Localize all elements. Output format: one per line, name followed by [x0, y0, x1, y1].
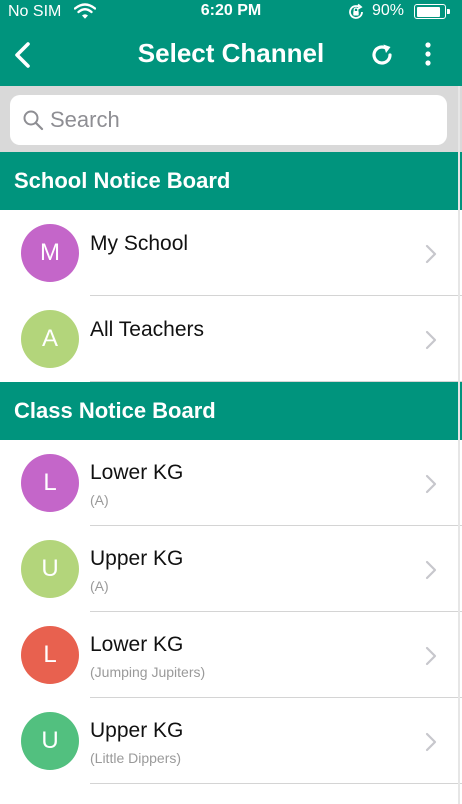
channel-row-upper-kg-little-dippers[interactable]: U Upper KG (Little Dippers) [0, 698, 462, 784]
chevron-right-icon [424, 731, 438, 753]
channel-name: Lower KG [90, 461, 184, 484]
channel-row-lower-kg-jumping-jupiters[interactable]: L Lower KG (Jumping Jupiters) [0, 612, 462, 698]
search-field-container[interactable] [10, 95, 447, 145]
channel-subtitle: (A) [90, 578, 109, 594]
more-options-button[interactable] [418, 40, 438, 70]
more-vertical-icon [425, 42, 431, 66]
search-bar [0, 86, 462, 152]
section-header-school: School Notice Board [0, 152, 462, 210]
battery-tip [447, 9, 450, 14]
channel-row-all-teachers[interactable]: A All Teachers [0, 296, 462, 382]
chevron-right-icon [424, 243, 438, 265]
edge-line [458, 86, 460, 804]
navigation-bar: Select Channel [0, 24, 462, 86]
row-divider [90, 783, 462, 784]
channel-name: My School [90, 232, 189, 255]
avatar: M [21, 224, 79, 282]
avatar: A [21, 310, 79, 368]
avatar: U [21, 712, 79, 770]
channel-row-lower-kg-a[interactable]: L Lower KG (A) [0, 440, 462, 526]
rotation-lock-icon [347, 3, 365, 26]
section-header-class: Class Notice Board [0, 382, 462, 440]
search-icon [22, 109, 44, 131]
chevron-right-icon [424, 473, 438, 495]
channel-subtitle: (Little Dippers) [90, 750, 182, 766]
channel-name: Lower KG [90, 633, 184, 656]
refresh-icon [372, 44, 392, 65]
channel-name: Upper KG [90, 547, 184, 570]
battery-percent: 90% [372, 2, 405, 19]
channel-subtitle: (Jumping Jupiters) [90, 664, 206, 680]
battery-fill [416, 6, 440, 17]
channel-name: All Teachers [90, 318, 205, 341]
channel-subtitle: (A) [90, 492, 109, 508]
channel-row-my-school[interactable]: M My School [0, 210, 462, 296]
refresh-button[interactable] [369, 42, 395, 68]
avatar: L [21, 626, 79, 684]
chevron-right-icon [424, 329, 438, 351]
avatar: U [21, 540, 79, 598]
avatar: L [21, 454, 79, 512]
chevron-right-icon [424, 645, 438, 667]
search-input[interactable] [50, 103, 430, 137]
battery-icon [414, 4, 450, 19]
chevron-right-icon [424, 559, 438, 581]
status-bar: No SIM 6:20 PM 90% [0, 0, 462, 24]
channel-row-upper-kg-a[interactable]: U Upper KG (A) [0, 526, 462, 612]
channel-name: Upper KG [90, 719, 184, 742]
